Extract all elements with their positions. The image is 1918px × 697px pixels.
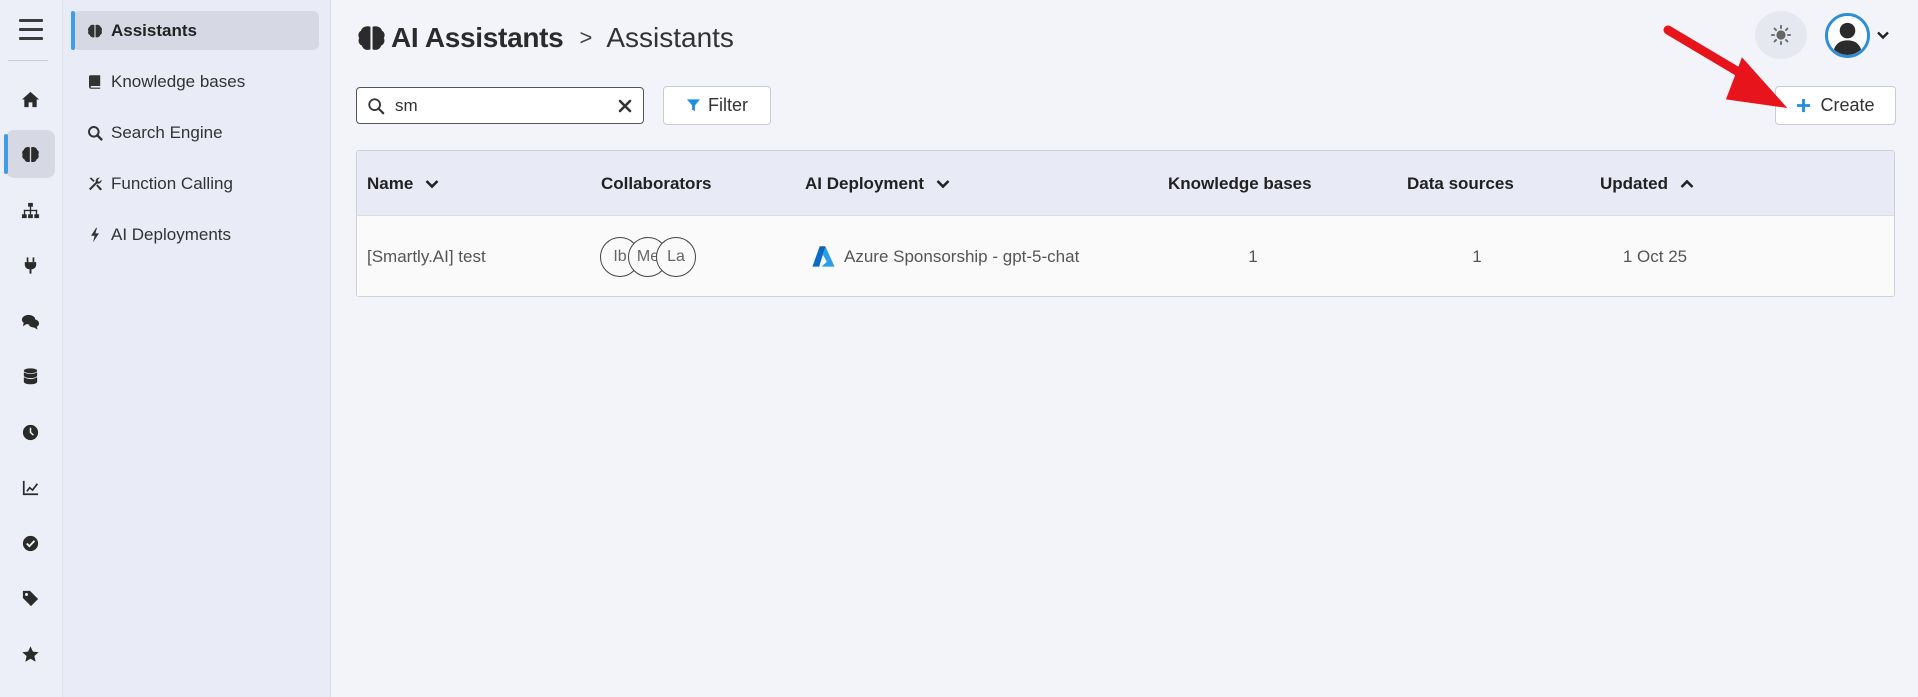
rail-assistants[interactable] [4,130,55,178]
rail-workflows[interactable] [6,186,55,234]
check-circle-icon [22,535,39,551]
azure-logo-icon [812,246,835,267]
annotation-arrow [1663,25,1788,109]
subnav-item-label: Function Calling [111,173,233,193]
cell-updated: 1 Oct 25 [1622,247,1688,266]
column-header-ai-deployment[interactable]: AI Deployment [805,151,950,216]
user-avatar[interactable] [1825,13,1870,58]
subnav-item-function-calling[interactable]: Function Calling [73,164,319,203]
rail-conversations[interactable] [6,297,55,345]
book-icon [89,74,101,89]
breadcrumb-section[interactable]: AI Assistants [391,22,564,54]
search-icon [368,97,385,114]
table-row[interactable]: [Smartly.AI] test Ib Me La Azure Sponsor… [357,216,1894,296]
search-input[interactable]: sm [356,87,644,124]
subnav-item-assistants[interactable]: Assistants [71,11,319,50]
assistants-table: Name Collaborators AI Deployment Knowled… [356,150,1895,297]
cell-ai-deployment: Azure Sponsorship - gpt-5-chat [811,216,1080,296]
subnav-item-label: AI Deployments [111,224,231,244]
subnav-item-ai-deployments[interactable]: AI Deployments [73,215,319,254]
column-header-knowledge-bases[interactable]: Knowledge bases [1168,151,1312,216]
chart-line-icon [22,480,39,495]
brain-icon [88,24,102,37]
tag-icon [22,590,39,606]
column-header-collaborators[interactable]: Collaborators [601,151,712,216]
subnav-item-label: Assistants [111,20,197,40]
filter-icon [686,99,701,112]
subnav-item-label: Search Engine [111,122,223,142]
table-header: Name Collaborators AI Deployment Knowled… [357,151,1894,216]
chevron-down-icon [425,179,439,188]
collaborator-avatar[interactable]: La [656,237,696,277]
create-button-label: Create [1820,95,1875,115]
subnav-item-label: Knowledge bases [111,71,246,91]
column-header-name[interactable]: Name [367,151,439,216]
sitemap-icon [21,202,40,218]
filter-button[interactable]: Filter [663,86,771,125]
page-title: Assistants [606,22,734,53]
chevron-down-icon [936,179,950,188]
chevron-up-icon [1680,179,1694,188]
rail-home[interactable] [6,75,55,123]
star-icon [22,645,39,662]
rail-analytics[interactable] [6,463,55,511]
rail-integrations[interactable] [6,241,55,289]
comments-icon [21,314,40,330]
filter-button-label: Filter [708,95,748,115]
subnav-item-knowledge-bases[interactable]: Knowledge bases [73,62,319,101]
user-icon [1828,16,1867,55]
cell-name: [Smartly.AI] test [367,247,486,266]
rail-divider [8,60,48,61]
plug-icon [24,256,37,274]
rail-tasks[interactable] [6,519,55,567]
tools-icon [89,177,102,190]
rail-tags[interactable] [6,574,55,622]
brain-icon [358,26,385,50]
clock-icon [22,424,39,440]
breadcrumb: AI Assistants > Assistants [356,22,734,54]
cell-collaborators: Ib Me La [600,216,696,296]
rail-history[interactable] [6,408,55,456]
database-icon [23,367,38,384]
home-icon [21,91,40,107]
bolt-icon [91,227,99,242]
rail-data[interactable] [6,352,55,400]
clear-search-icon[interactable] [617,98,633,114]
subnav-item-search-engine[interactable]: Search Engine [73,113,319,152]
icon-rail [0,0,63,697]
rail-favorites[interactable] [6,630,55,678]
cell-data-sources: 1 [1472,247,1482,266]
search-icon [88,125,103,141]
assistants-subnav: Assistants Knowledge bases Search Engine… [63,0,331,697]
chevron-down-icon[interactable] [1876,28,1890,42]
breadcrumb-separator: > [579,25,593,50]
search-value[interactable]: sm [395,96,617,116]
column-header-updated[interactable]: Updated [1600,151,1694,216]
deployment-name: Azure Sponsorship - gpt-5-chat [844,247,1080,266]
hamburger-menu-icon[interactable] [19,19,43,46]
brain-icon [22,146,39,162]
cell-knowledge-bases: 1 [1248,247,1258,266]
column-header-data-sources[interactable]: Data sources [1407,151,1514,216]
